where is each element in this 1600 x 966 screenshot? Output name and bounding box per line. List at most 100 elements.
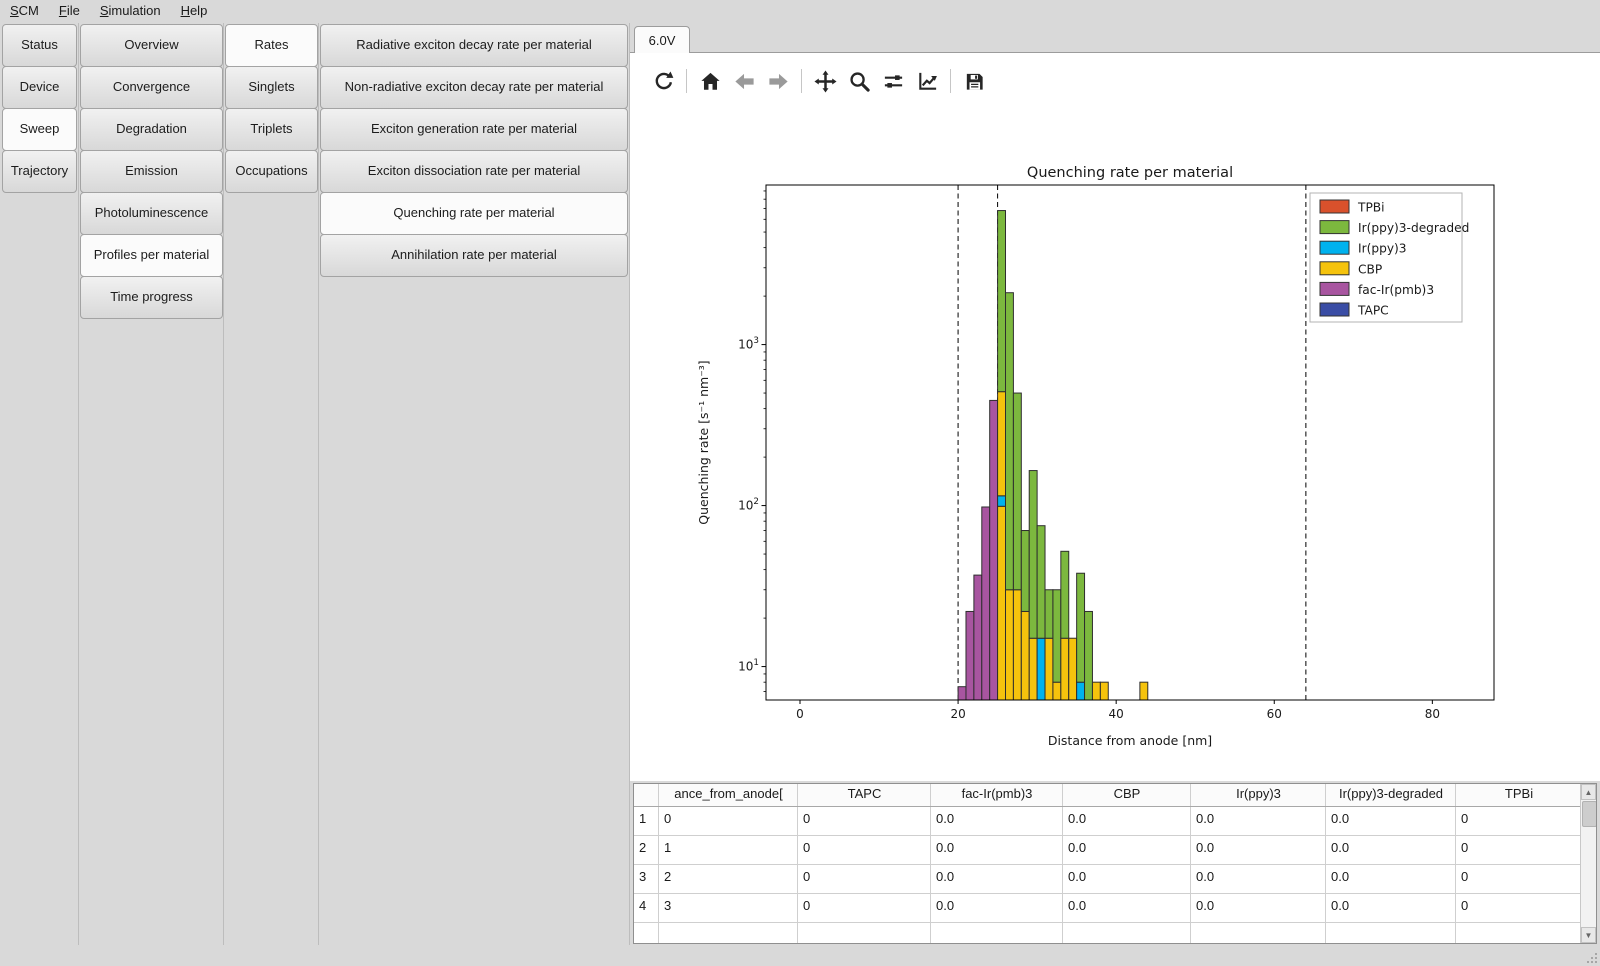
nav-button-rates[interactable]: Rates xyxy=(225,24,318,67)
nav-button-exciton-generation-rate[interactable]: Exciton generation rate per material xyxy=(320,108,628,151)
resize-grip[interactable] xyxy=(1584,950,1597,963)
y-tick-label: 103 xyxy=(738,336,759,352)
nav-button-device[interactable]: Device xyxy=(2,66,77,109)
x-tick-label: 80 xyxy=(1425,707,1440,721)
table-cell xyxy=(931,923,1063,944)
nav-button-emission[interactable]: Emission xyxy=(80,150,223,193)
table-cell: 0.0 xyxy=(931,836,1063,864)
table-cell: 0 xyxy=(659,807,798,835)
column-header[interactable]: TPBi xyxy=(1456,784,1582,806)
table-cell: 0.0 xyxy=(1191,865,1326,893)
pan-button[interactable] xyxy=(812,68,838,94)
bar-segment xyxy=(1077,682,1085,700)
forward-icon xyxy=(767,70,790,93)
nav-button-degradation[interactable]: Degradation xyxy=(80,108,223,151)
bar-segment xyxy=(1100,682,1108,700)
nav-button-convergence[interactable]: Convergence xyxy=(80,66,223,109)
legend-swatch xyxy=(1320,282,1349,295)
column-header[interactable]: Ir(ppy)3 xyxy=(1191,784,1326,806)
nav-button-singlets[interactable]: Singlets xyxy=(225,66,318,109)
row-number: 1 xyxy=(634,807,659,835)
scroll-up-button[interactable]: ▲ xyxy=(1581,784,1596,800)
bar-segment xyxy=(1092,682,1100,700)
bar-segment xyxy=(1013,590,1021,700)
table-cell: 0.0 xyxy=(1326,807,1456,835)
bar-segment xyxy=(1037,638,1045,700)
nav-button-non-radiative-exciton-decay-rate[interactable]: Non-radiative exciton decay rate per mat… xyxy=(320,66,628,109)
nav-button-sweep[interactable]: Sweep xyxy=(2,108,77,151)
nav-button-radiative-exciton-decay-rate[interactable]: Radiative exciton decay rate per materia… xyxy=(320,24,628,67)
nav-button-photoluminescence[interactable]: Photoluminescence xyxy=(80,192,223,235)
column-header[interactable]: CBP xyxy=(1063,784,1191,806)
x-tick-label: 40 xyxy=(1109,707,1124,721)
nav-button-exciton-dissociation-rate[interactable]: Exciton dissociation rate per material xyxy=(320,150,628,193)
legend-swatch xyxy=(1320,221,1349,234)
panel-divider xyxy=(78,23,79,945)
nav-button-overview[interactable]: Overview xyxy=(80,24,223,67)
legend-swatch xyxy=(1320,200,1349,213)
save-icon xyxy=(963,70,986,93)
nav-button-quenching-rate[interactable]: Quenching rate per material xyxy=(320,192,628,235)
column-header[interactable]: ance_from_anode[ xyxy=(659,784,798,806)
nav-button-annihilation-rate[interactable]: Annihilation rate per material xyxy=(320,234,628,277)
y-tick-label: 102 xyxy=(738,497,759,513)
home-button[interactable] xyxy=(697,68,723,94)
bar-segment xyxy=(1053,682,1061,700)
column-header[interactable]: TAPC xyxy=(798,784,931,806)
scrollbar-thumb[interactable] xyxy=(1582,801,1597,827)
subplots-button[interactable] xyxy=(880,68,906,94)
bar-segment xyxy=(1045,638,1053,700)
nav-button-profiles-per-material[interactable]: Profiles per material xyxy=(80,234,223,277)
nav-button-time-progress[interactable]: Time progress xyxy=(80,276,223,319)
bar-segment xyxy=(998,506,1006,700)
table-cell: 0 xyxy=(1456,865,1582,893)
tab-label: 6.0V xyxy=(649,33,676,48)
table-cell: 3 xyxy=(659,894,798,922)
menu-simulation[interactable]: Simulation xyxy=(90,0,171,22)
scroll-down-button[interactable]: ▼ xyxy=(1581,927,1596,943)
bar-segment xyxy=(1140,682,1148,700)
bar-segment xyxy=(1013,393,1021,590)
bar-segment xyxy=(990,400,998,700)
legend-label: TAPC xyxy=(1357,304,1389,318)
application-window: SCMFileSimulationHelp StatusDeviceSweepT… xyxy=(0,0,1600,966)
table-cell: 0 xyxy=(1456,807,1582,835)
legend-swatch xyxy=(1320,241,1349,254)
bar-segment xyxy=(998,496,1006,506)
nav-button-occupations[interactable]: Occupations xyxy=(225,150,318,193)
table-cell: 0.0 xyxy=(1326,894,1456,922)
table-cell: 0 xyxy=(1456,894,1582,922)
column-header[interactable]: fac-Ir(pmb)3 xyxy=(931,784,1063,806)
panel-divider xyxy=(223,23,224,945)
menu-help[interactable]: Help xyxy=(171,0,218,22)
nav-button-trajectory[interactable]: Trajectory xyxy=(2,150,77,193)
table-cell: 0.0 xyxy=(1063,836,1191,864)
table-cell: 0.0 xyxy=(931,865,1063,893)
table-cell: 0.0 xyxy=(931,894,1063,922)
back-button[interactable] xyxy=(731,68,757,94)
reload-button[interactable] xyxy=(650,68,676,94)
table-cell: 0 xyxy=(798,894,931,922)
column-header[interactable]: Ir(ppy)3-degraded xyxy=(1326,784,1456,806)
legend-label: CBP xyxy=(1358,262,1382,276)
nav-button-status[interactable]: Status xyxy=(2,24,77,67)
bar-segment xyxy=(982,507,990,700)
zoom-button[interactable] xyxy=(846,68,872,94)
table-scrollbar[interactable]: ▲▼ xyxy=(1580,784,1596,943)
chart-title: Quenching rate per material xyxy=(1027,165,1233,181)
table-cell: 0.0 xyxy=(1191,894,1326,922)
table-cell: 0.0 xyxy=(1326,836,1456,864)
menu-scm[interactable]: SCM xyxy=(0,0,49,22)
forward-button[interactable] xyxy=(765,68,791,94)
nav-column-main: StatusDeviceSweepTrajectory xyxy=(2,24,77,193)
column-header[interactable] xyxy=(634,784,659,806)
subplots-icon xyxy=(882,70,905,93)
tab-voltage[interactable]: 6.0V xyxy=(634,26,690,53)
nav-button-triplets[interactable]: Triplets xyxy=(225,108,318,151)
menu-file[interactable]: File xyxy=(49,0,90,22)
save-button[interactable] xyxy=(961,68,987,94)
customize-button[interactable] xyxy=(914,68,940,94)
table-cell: 0 xyxy=(798,807,931,835)
bar-segment xyxy=(1069,638,1077,700)
table-row: 1000.00.00.00.00 xyxy=(634,807,1596,836)
